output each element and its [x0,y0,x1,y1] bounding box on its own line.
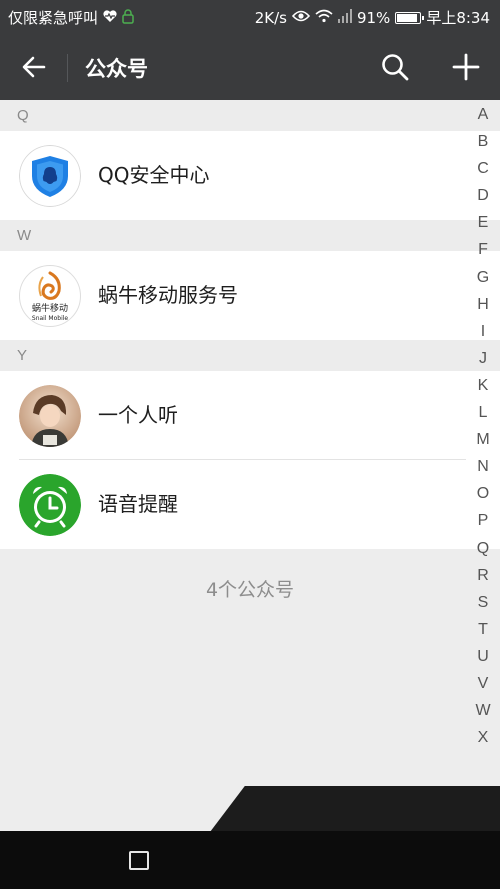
recent-apps-button[interactable] [129,851,149,870]
list-item-voice-reminder[interactable]: 语音提醒 [0,460,500,549]
section-header-w: W [0,220,500,251]
index-letter-w[interactable]: W [472,697,494,724]
eye-icon [291,10,311,25]
add-button[interactable] [448,50,484,84]
status-bar: 仅限紧急呼叫 2K/s 91% 早上8:34 [0,0,500,34]
navigation-bar [0,831,500,889]
wifi-icon [315,9,333,26]
index-letter-u[interactable]: U [472,643,494,670]
person-photo [19,385,81,447]
index-letter-g[interactable]: G [472,264,494,291]
index-letter-b[interactable]: B [472,128,494,155]
status-left: 仅限紧急呼叫 [8,7,134,28]
snail-logo-text: 蜗牛移动 [32,302,68,314]
alarm-clock-icon [19,474,81,536]
section-header-y: Y [0,340,500,371]
alphabet-index[interactable]: ABCDEFGHIJKLMNOPQRSTUVWX [472,101,494,751]
list-item-qq-security[interactable]: QQ安全中心 [0,131,500,220]
plus-icon [452,53,480,81]
title-divider [67,54,68,82]
account-name: QQ安全中心 [98,163,210,187]
search-icon [382,54,409,81]
carrier-text: 仅限紧急呼叫 [8,9,99,27]
account-name: 一个人听 [98,403,178,427]
search-button[interactable] [378,50,414,84]
index-letter-t[interactable]: T [472,616,494,643]
index-letter-o[interactable]: O [472,480,494,507]
index-letter-k[interactable]: K [472,372,494,399]
battery-icon [395,11,425,24]
back-button[interactable] [14,49,54,85]
arrow-left-icon [22,56,46,78]
index-letter-f[interactable]: F [472,236,494,263]
list-item-listen-alone[interactable]: 一个人听 [0,371,500,460]
index-letter-q[interactable]: Q [472,535,494,562]
index-letter-x[interactable]: X [472,724,494,751]
index-letter-h[interactable]: H [472,291,494,318]
index-letter-r[interactable]: R [472,562,494,589]
snail-logo-subtext: Snail Mobile [32,315,69,322]
index-letter-a[interactable]: A [472,101,494,128]
network-speed: 2K/s [254,8,287,27]
page-title: 公众号 [85,57,148,81]
title-bar: 公众号 [0,34,500,100]
index-letter-i[interactable]: I [472,318,494,345]
clock: 早上8:34 [426,9,490,27]
account-count: 4个公众号 [205,579,295,601]
status-right: 2K/s 91% 早上8:34 [255,7,490,28]
official-account-list: Q QQ安全中心 W 蜗牛移动 Snail Mobile 蜗牛移动服务号 Y 一… [0,100,500,549]
lock-icon [122,8,134,27]
battery-percent: 91% [356,8,391,27]
index-letter-j[interactable]: J [472,345,494,372]
index-letter-l[interactable]: L [472,399,494,426]
account-name: 语音提醒 [98,492,178,516]
section-header-q: Q [0,100,500,131]
account-name: 蜗牛移动服务号 [98,283,238,307]
bottom-shadow [210,786,500,832]
index-letter-e[interactable]: E [472,209,494,236]
index-letter-v[interactable]: V [472,670,494,697]
index-letter-n[interactable]: N [472,453,494,480]
snail-logo: 蜗牛移动 Snail Mobile [19,265,81,327]
heart-icon [102,9,118,26]
list-item-snail-mobile[interactable]: 蜗牛移动 Snail Mobile 蜗牛移动服务号 [0,251,500,340]
index-letter-s[interactable]: S [472,589,494,616]
index-letter-c[interactable]: C [472,155,494,182]
index-letter-p[interactable]: P [472,507,494,534]
signal-icon [337,9,352,26]
index-letter-d[interactable]: D [472,182,494,209]
qq-shield-icon [19,145,81,207]
index-letter-m[interactable]: M [472,426,494,453]
